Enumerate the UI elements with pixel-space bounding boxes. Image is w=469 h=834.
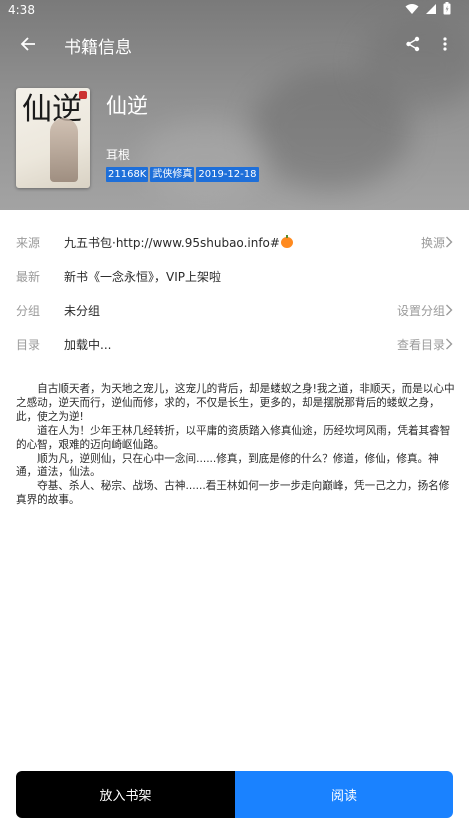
cover-badge (79, 91, 87, 99)
toc-value: 加载中... (64, 338, 112, 352)
share-button[interactable] (400, 31, 426, 57)
source-label: 来源 (16, 236, 41, 250)
set-group-button[interactable]: 设置分组 (397, 302, 445, 319)
app-bar: 书籍信息 (0, 26, 469, 62)
info-row-group[interactable]: 分组 未分组 设置分组 (0, 295, 469, 325)
tag-category: 武侠修真 (150, 167, 195, 182)
add-to-shelf-button[interactable]: 放入书架 (16, 771, 235, 818)
more-vertical-icon (443, 37, 447, 51)
book-author: 耳根 (106, 148, 131, 162)
latest-chapter: 新书《一念永恒》，VIP上架啦 (64, 270, 221, 284)
info-row-toc[interactable]: 目录 加载中... 查看目录 (0, 329, 469, 359)
wifi-icon (405, 3, 419, 14)
share-icon (406, 36, 420, 52)
chevron-right-icon (446, 304, 453, 316)
arrow-left-icon (20, 37, 35, 51)
tag-update-date: 2019-12-18 (196, 167, 259, 182)
info-row-latest: 最新 新书《一念永恒》，VIP上架啦 (0, 261, 469, 291)
back-button[interactable] (14, 30, 42, 58)
toc-label: 目录 (16, 338, 41, 352)
page-title: 书籍信息 (64, 38, 132, 58)
status-time: 4:38 (8, 3, 35, 17)
status-icons (405, 2, 451, 15)
group-label: 分组 (16, 304, 41, 318)
read-button[interactable]: 阅读 (235, 771, 453, 818)
pumpkin-icon (280, 235, 293, 248)
header-bg-blur (140, 120, 270, 200)
book-tags: 21168K 武侠修真 2019-12-18 (106, 167, 259, 182)
latest-label: 最新 (16, 270, 41, 284)
book-cover[interactable]: 仙逆 (16, 88, 90, 188)
book-header: 4:38 书籍信息 仙逆 仙逆 耳根 21168K 武侠修真 2019-12-1… (0, 0, 469, 210)
more-options-button[interactable] (432, 31, 458, 57)
view-toc-button[interactable]: 查看目录 (397, 336, 445, 353)
signal-icon (426, 3, 436, 14)
battery-icon (443, 2, 451, 15)
cover-figure (50, 118, 78, 182)
book-title: 仙逆 (106, 94, 148, 118)
source-value-text: 九五书包·http://www.95shubao.info# (64, 236, 280, 250)
chevron-right-icon (446, 338, 453, 350)
info-row-source[interactable]: 来源 九五书包·http://www.95shubao.info# 换源 (0, 227, 469, 257)
status-bar: 4:38 (0, 0, 469, 22)
book-intro: 自古顺天者，为天地之宠儿，这宠儿的背后，却是蝼蚁之身!我之道，非顺天，而是以心中… (16, 383, 455, 507)
tag-word-count: 21168K (106, 167, 149, 182)
group-value: 未分组 (64, 304, 101, 318)
chevron-right-icon (446, 236, 453, 248)
source-value: 九五书包·http://www.95shubao.info# (64, 234, 293, 251)
change-source-button[interactable]: 换源 (421, 234, 445, 251)
